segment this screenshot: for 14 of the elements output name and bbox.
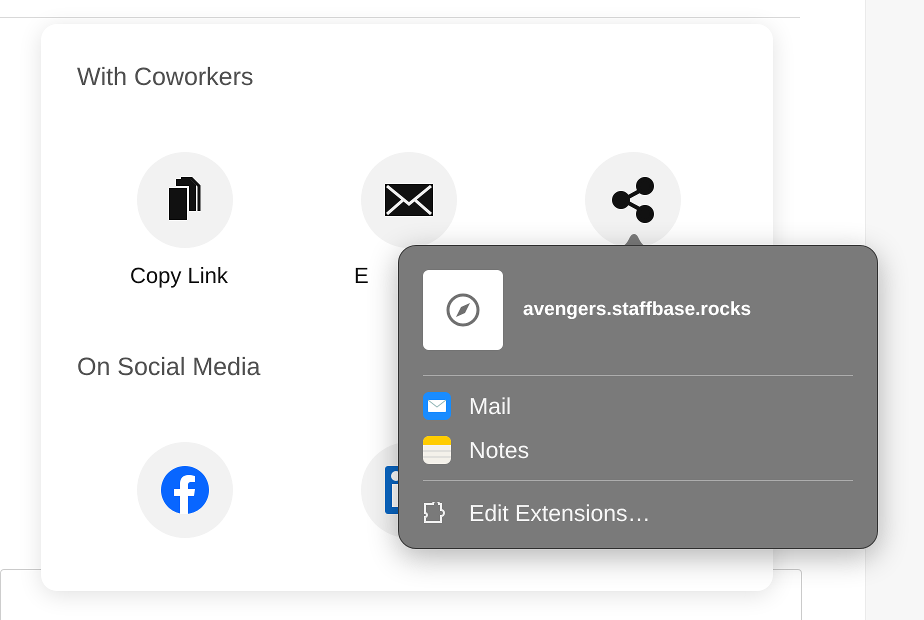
app-menu-item[interactable]: Mail bbox=[423, 384, 853, 428]
option-label: E bbox=[354, 262, 369, 290]
site-address: avengers.staffbase.rocks bbox=[523, 298, 752, 322]
section-heading: On Social Media bbox=[77, 352, 260, 383]
option-label: Copy Link bbox=[130, 262, 228, 290]
facebook-icon bbox=[161, 466, 209, 514]
envelope-icon bbox=[384, 183, 434, 217]
share-icon bbox=[609, 176, 657, 224]
section-heading: With Coworkers bbox=[77, 62, 254, 93]
edit-extensions-item[interactable]: Edit Extensions… bbox=[423, 491, 853, 535]
notes-app-icon bbox=[423, 436, 451, 464]
mail-app-icon bbox=[423, 392, 451, 420]
compass-icon bbox=[445, 292, 481, 328]
app-menu-item[interactable]: Notes bbox=[423, 428, 853, 472]
